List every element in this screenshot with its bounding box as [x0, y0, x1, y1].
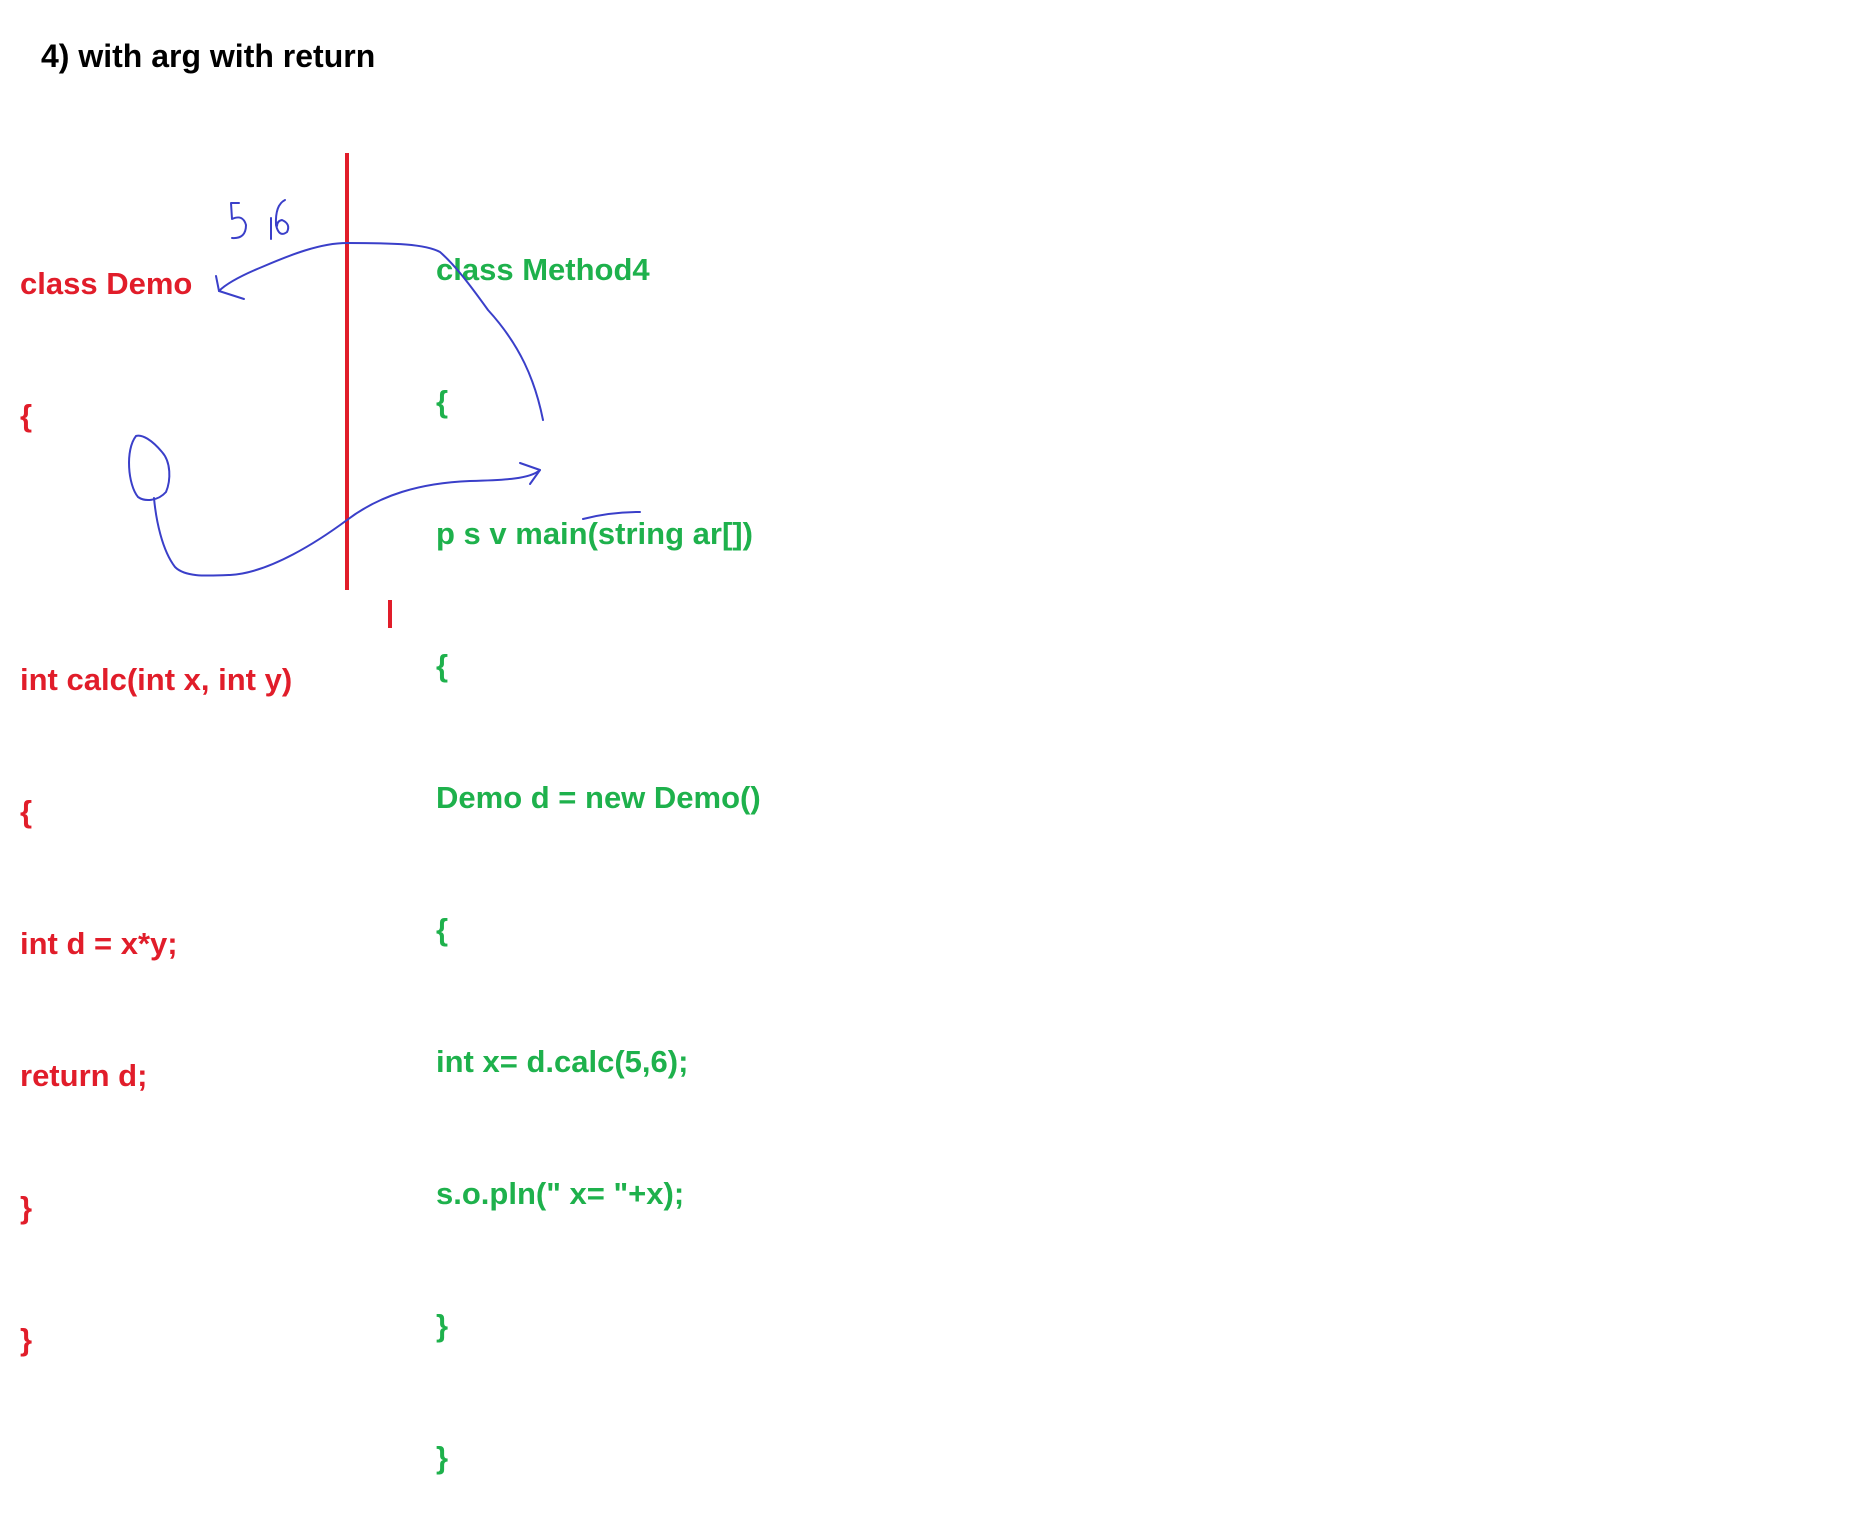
- output-underline: [582, 511, 641, 520]
- code-line: }: [436, 1440, 449, 1475]
- return-arrow-head: [519, 462, 541, 485]
- code-line: int d = x*y;: [20, 926, 178, 961]
- return-arrow: [128, 434, 641, 577]
- code-line: s.o.pln(" x= "+x);: [436, 1176, 685, 1211]
- code-line: }: [20, 1190, 33, 1225]
- call-arrow-head: [215, 275, 245, 300]
- return-circle: [128, 434, 171, 501]
- code-line: }: [20, 1322, 33, 1357]
- code-line: int x= d.calc(5,6);: [436, 1044, 689, 1079]
- call-arrow-path: [218, 242, 544, 421]
- annotation-layer: [128, 153, 641, 628]
- code-line: return d;: [20, 1058, 148, 1093]
- code-line: {: [436, 912, 449, 947]
- handwritten-five: [230, 202, 247, 240]
- handwritten-six: [274, 199, 290, 235]
- call-arrow: [215, 242, 544, 421]
- handwritten-args: [230, 199, 290, 240]
- code-line: }: [436, 1308, 449, 1343]
